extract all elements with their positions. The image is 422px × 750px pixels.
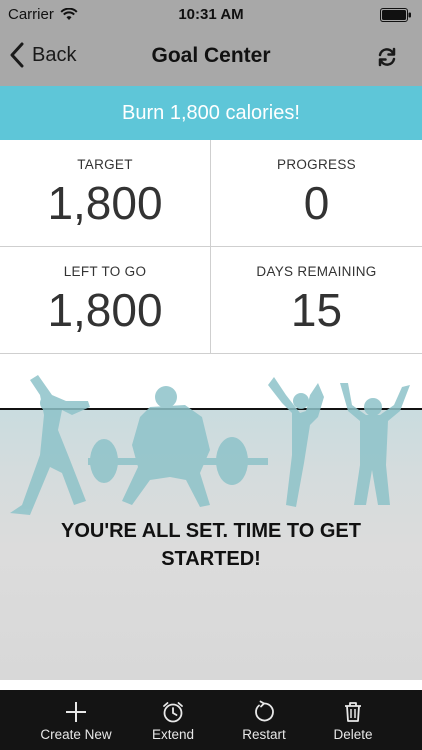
tab-label: Delete [333,727,373,742]
stat-label: DAYS REMAINING [256,264,377,279]
plus-icon [66,702,86,722]
trash-icon [345,702,361,722]
stat-label: TARGET [77,157,133,172]
restart-button[interactable]: Restart [214,690,314,750]
restart-icon [255,700,274,722]
stat-label: LEFT TO GO [63,264,147,279]
stat-target: TARGET 1,800 [0,140,211,247]
goal-banner: Burn 1,800 calories! [0,86,422,140]
fitness-illustration: YOU'RE ALL SET. TIME TO GET STARTED! [0,355,422,680]
create-new-button[interactable]: Create New [26,690,126,750]
stat-progress: PROGRESS 0 [211,140,422,247]
stat-value: 1,800 [47,177,163,229]
stat-value: 1,800 [47,284,163,336]
alarm-clock-icon [163,702,183,723]
tab-label: Create New [40,727,112,742]
refresh-button[interactable] [376,46,400,70]
stat-label: PROGRESS [277,157,356,172]
tab-label: Extend [151,727,195,742]
nav-bar: Back Goal Center [0,30,422,86]
stat-days-remaining: DAYS REMAINING 15 [211,247,422,354]
tab-bar: Create New Extend Restart Delete [0,690,422,750]
status-time: 10:31 AM [178,6,244,23]
page-title: Goal Center [151,44,271,67]
status-message: YOU'RE ALL SET. TIME TO GET STARTED! [61,520,361,570]
stat-value: 0 [303,177,330,229]
status-bar: Carrier 10:31 AM [0,0,422,30]
delete-button[interactable]: Delete [304,690,402,750]
refresh-icon [378,47,396,67]
stats-grid: TARGET 1,800 PROGRESS 0 LEFT TO GO 1,800… [0,140,422,354]
extend-button[interactable]: Extend [124,690,222,750]
stat-left-to-go: LEFT TO GO 1,800 [0,247,211,354]
athletes-silhouette-image [10,375,410,515]
tab-label: Restart [242,727,286,742]
battery-icon [380,8,412,26]
stat-value: 15 [290,284,343,336]
